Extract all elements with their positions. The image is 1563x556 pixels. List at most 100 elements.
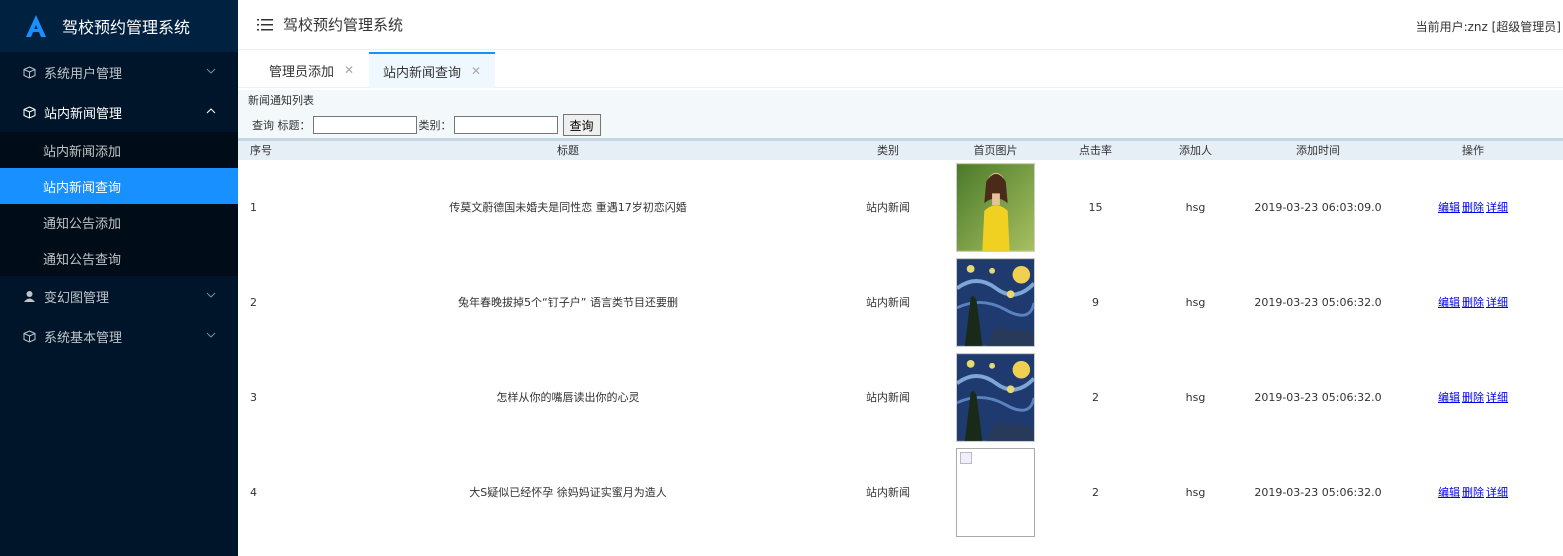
tab-admin-add[interactable]: 管理员添加 ✕ (255, 52, 368, 88)
row-author: hsg (1185, 295, 1206, 309)
title-search-input[interactable] (312, 116, 417, 134)
row-time: 2019-03-23 06:03:09.0 (1254, 200, 1382, 214)
chevron-down-icon (206, 68, 216, 74)
delete-link[interactable]: 删除 (1462, 296, 1484, 309)
menu-fold-icon[interactable] (257, 18, 273, 32)
col-header: 点击率 (1053, 139, 1138, 160)
logo-icon (26, 15, 46, 37)
row-time: 2019-03-23 05:06:32.0 (1254, 295, 1382, 309)
row-clicks: 2 (1092, 485, 1099, 499)
close-icon[interactable]: ✕ (344, 63, 354, 77)
table-row: 4 大S疑似已经怀孕 徐妈妈证实蜜月为造人 站内新闻 2 hsg 2019-03… (238, 445, 1563, 540)
row-ops: 编辑 删除 详细 (1383, 255, 1563, 350)
delete-link[interactable]: 删除 (1462, 201, 1484, 214)
row-image-cell (938, 445, 1053, 540)
row-ops: 编辑 删除 详细 (1383, 445, 1563, 540)
row-category: 站内新闻 (866, 296, 910, 309)
col-header: 序号 (238, 139, 298, 160)
menu-news[interactable]: 站内新闻管理 (0, 92, 238, 132)
detail-link[interactable]: 详细 (1486, 201, 1508, 214)
detail-link[interactable]: 详细 (1486, 391, 1508, 404)
header: 驾校预约管理系统 当前用户:znz [超级管理员] (238, 0, 1563, 50)
menu-label: 系统用户管理 (44, 66, 123, 82)
news-table: 序号 标题 类别 首页图片 点击率 添加人 添加时间 操作 1 传莫文蔚德国未婚… (238, 138, 1563, 540)
edit-link[interactable]: 编辑 (1438, 296, 1460, 309)
edit-link[interactable]: 编辑 (1438, 486, 1460, 499)
row-no: 1 (250, 200, 257, 214)
search-bar: 查询 标题： 类别： 查询 (238, 112, 1563, 138)
cube-icon (22, 65, 36, 79)
col-header: 添加人 (1138, 139, 1253, 160)
menu-system-users[interactable]: 系统用户管理 (0, 52, 238, 92)
col-header: 标题 (298, 139, 838, 160)
row-category: 站内新闻 (866, 201, 910, 214)
table-row: 3 怎样从你的嘴唇读出你的心灵 站内新闻 2 hsg 2019-03-23 05… (238, 350, 1563, 445)
row-no: 3 (250, 390, 257, 404)
menu-slideshow[interactable]: 变幻图管理 (0, 276, 238, 316)
row-clicks: 15 (1088, 200, 1103, 214)
search-category-label: 类别： (418, 119, 452, 132)
table-header-row: 序号 标题 类别 首页图片 点击率 添加人 添加时间 操作 (238, 139, 1563, 160)
row-ops: 编辑 删除 详细 (1383, 160, 1563, 255)
edit-link[interactable]: 编辑 (1438, 201, 1460, 214)
news-submenu: 站内新闻添加 站内新闻查询 通知公告添加 通知公告查询 (0, 132, 238, 276)
row-author: hsg (1185, 485, 1206, 499)
row-category: 站内新闻 (866, 391, 910, 404)
tab-bar: 管理员添加 ✕ 站内新闻查询 ✕ (238, 50, 1563, 88)
portrait-photo-image (956, 162, 1035, 252)
table-row: 1 传莫文蔚德国未婚夫是同性恋 重遇17岁初恋闪婚 站内新闻 15 hsg 20… (238, 160, 1563, 255)
sidebar: 驾校预约管理系统 系统用户管理 站内新闻管理 站内新闻添加 站内新闻查询 通知公… (0, 0, 238, 556)
row-author: hsg (1185, 390, 1206, 404)
menu-system-basic[interactable]: 系统基本管理 (0, 316, 238, 356)
broken-image-icon (956, 447, 1035, 537)
row-time: 2019-03-23 05:06:32.0 (1254, 390, 1382, 404)
row-no: 2 (250, 295, 257, 309)
row-ops: 编辑 删除 详细 (1383, 350, 1563, 445)
detail-link[interactable]: 详细 (1486, 486, 1508, 499)
tab-news-query[interactable]: 站内新闻查询 ✕ (369, 52, 496, 88)
col-header: 操作 (1383, 139, 1563, 160)
menu-label: 站内新闻管理 (44, 106, 123, 122)
app-title: 驾校预约管理系统 (62, 18, 191, 37)
category-search-input[interactable] (453, 116, 558, 134)
col-header: 类别 (838, 139, 938, 160)
row-title: 兔年春晚拔掉5个“钉子户” 语言类节目还要删 (458, 296, 678, 309)
edit-link[interactable]: 编辑 (1438, 391, 1460, 404)
starry-night-image (956, 352, 1035, 442)
row-clicks: 9 (1092, 295, 1099, 309)
col-header: 添加时间 (1253, 139, 1383, 160)
submenu-news-add[interactable]: 站内新闻添加 (0, 132, 238, 168)
delete-link[interactable]: 删除 (1462, 486, 1484, 499)
chevron-down-icon (206, 332, 216, 338)
chevron-up-icon (206, 108, 216, 114)
chevron-down-icon (206, 292, 216, 298)
list-title: 新闻通知列表 (238, 90, 1563, 112)
row-image-cell (938, 255, 1053, 350)
main-content: 新闻通知列表 查询 标题： 类别： 查询 序号 标题 类别 首页图片 点击率 添… (238, 90, 1563, 556)
row-clicks: 2 (1092, 390, 1099, 404)
submenu-notice-query[interactable]: 通知公告查询 (0, 240, 238, 276)
cube-icon (22, 329, 36, 343)
starry-night-image (956, 257, 1035, 347)
menu-label: 系统基本管理 (44, 330, 123, 346)
row-image-cell (938, 350, 1053, 445)
logo: 驾校预约管理系统 (0, 0, 238, 52)
menu-label: 变幻图管理 (44, 290, 110, 306)
cube-icon (22, 105, 36, 119)
row-title: 怎样从你的嘴唇读出你的心灵 (496, 391, 640, 404)
submenu-news-query[interactable]: 站内新闻查询 (0, 168, 238, 204)
row-title: 大S疑似已经怀孕 徐妈妈证实蜜月为造人 (469, 486, 667, 499)
delete-link[interactable]: 删除 (1462, 391, 1484, 404)
tab-label: 站内新闻查询 (383, 65, 462, 81)
submenu-notice-add[interactable]: 通知公告添加 (0, 204, 238, 240)
row-author: hsg (1185, 200, 1206, 214)
query-button[interactable]: 查询 (562, 114, 601, 136)
row-no: 4 (250, 485, 257, 499)
row-category: 站内新闻 (866, 486, 910, 499)
detail-link[interactable]: 详细 (1486, 296, 1508, 309)
row-time: 2019-03-23 05:06:32.0 (1254, 485, 1382, 499)
header-title: 驾校预约管理系统 (283, 16, 404, 34)
current-user: 当前用户:znz [超级管理员] (1415, 20, 1561, 34)
close-icon[interactable]: ✕ (471, 64, 481, 78)
user-icon (22, 289, 36, 303)
